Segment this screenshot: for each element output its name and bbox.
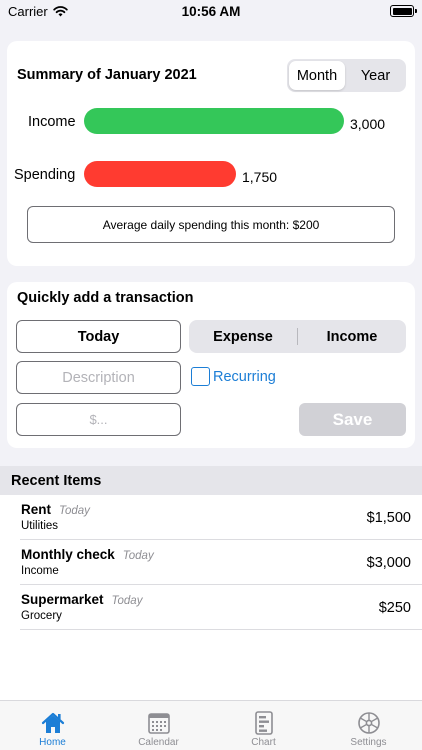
item-title: Rent	[21, 502, 51, 517]
tab-home-label: Home	[39, 737, 66, 748]
tab-chart-label: Chart	[251, 737, 276, 748]
tab-calendar-label: Calendar	[138, 737, 179, 748]
description-input[interactable]: Description	[16, 361, 181, 394]
item-date: Today	[59, 505, 90, 517]
item-name: Supermarket Today	[21, 592, 142, 607]
recurring-checkbox[interactable]	[191, 367, 210, 386]
average-text: Average daily spending this month: $200	[102, 217, 320, 232]
summary-title: Summary of January 2021	[17, 67, 197, 83]
battery-icon	[390, 5, 417, 17]
item-amount: $250	[378, 600, 411, 616]
tab-bar: Home Calendar Chart Settings	[0, 700, 422, 750]
save-button[interactable]: Save	[299, 403, 406, 436]
item-date: Today	[111, 595, 143, 607]
spending-label: Spending	[14, 167, 76, 183]
tab-chart[interactable]: Chart	[211, 701, 316, 750]
clock: 10:56 AM	[181, 4, 241, 19]
segment-expense[interactable]: Expense	[189, 320, 297, 353]
item-date: Today	[122, 550, 154, 562]
item-title: Monthly check	[21, 547, 115, 562]
segment-income[interactable]: Income	[298, 320, 406, 353]
recurring-label: Recurring	[213, 368, 276, 385]
income-value: 3,000	[350, 116, 386, 132]
list-item[interactable]: Supermarket Today Grocery $250	[0, 585, 422, 630]
item-name: Rent Today	[21, 502, 90, 517]
item-amount: $1,500	[366, 510, 411, 526]
tab-calendar[interactable]: Calendar	[106, 701, 211, 750]
item-category: Income	[21, 565, 59, 577]
item-name: Monthly check Today	[21, 547, 154, 562]
income-bar	[84, 108, 344, 134]
tab-settings-label: Settings	[350, 737, 387, 748]
house-icon	[41, 712, 64, 733]
recent-items-title: Recent Items	[11, 472, 102, 489]
recent-items-list: Rent Today Utilities $1,500 Monthly check…	[0, 495, 422, 700]
spending-value: 1,750	[242, 169, 278, 185]
tab-settings[interactable]: Settings	[316, 701, 421, 750]
date-button[interactable]: Today	[16, 320, 181, 353]
segment-year[interactable]: Year	[347, 61, 404, 90]
chart-icon	[254, 711, 273, 735]
item-title: Supermarket	[21, 592, 104, 607]
average-daily-spending: Average daily spending this month: $200	[27, 206, 395, 243]
item-category: Grocery	[21, 610, 62, 622]
row-divider	[20, 629, 422, 630]
period-segmented-control: Month Year	[287, 59, 406, 92]
quick-add-title: Quickly add a transaction	[17, 290, 194, 306]
list-item[interactable]: Rent Today Utilities $1,500	[0, 495, 422, 540]
transaction-type-segmented-control: Expense Income	[189, 320, 406, 353]
recurring-toggle[interactable]: Recurring	[191, 367, 276, 386]
quick-add-card: Quickly add a transaction Today Expense …	[7, 282, 415, 448]
summary-card: Summary of January 2021 Month Year Incom…	[7, 41, 415, 266]
gear-icon	[357, 712, 380, 734]
recent-items-header: Recent Items	[0, 466, 422, 495]
amount-input[interactable]: $...	[16, 403, 181, 436]
income-label: Income	[28, 114, 76, 130]
spending-bar	[84, 161, 236, 187]
calendar-icon	[147, 713, 170, 734]
tab-home[interactable]: Home	[0, 701, 105, 750]
item-category: Utilities	[21, 520, 59, 532]
segment-month[interactable]: Month	[289, 61, 345, 90]
status-bar: Carrier 10:56 AM	[0, 0, 422, 24]
list-item[interactable]: Monthly check Today Income $3,000	[0, 540, 422, 585]
item-amount: $3,000	[366, 555, 411, 571]
